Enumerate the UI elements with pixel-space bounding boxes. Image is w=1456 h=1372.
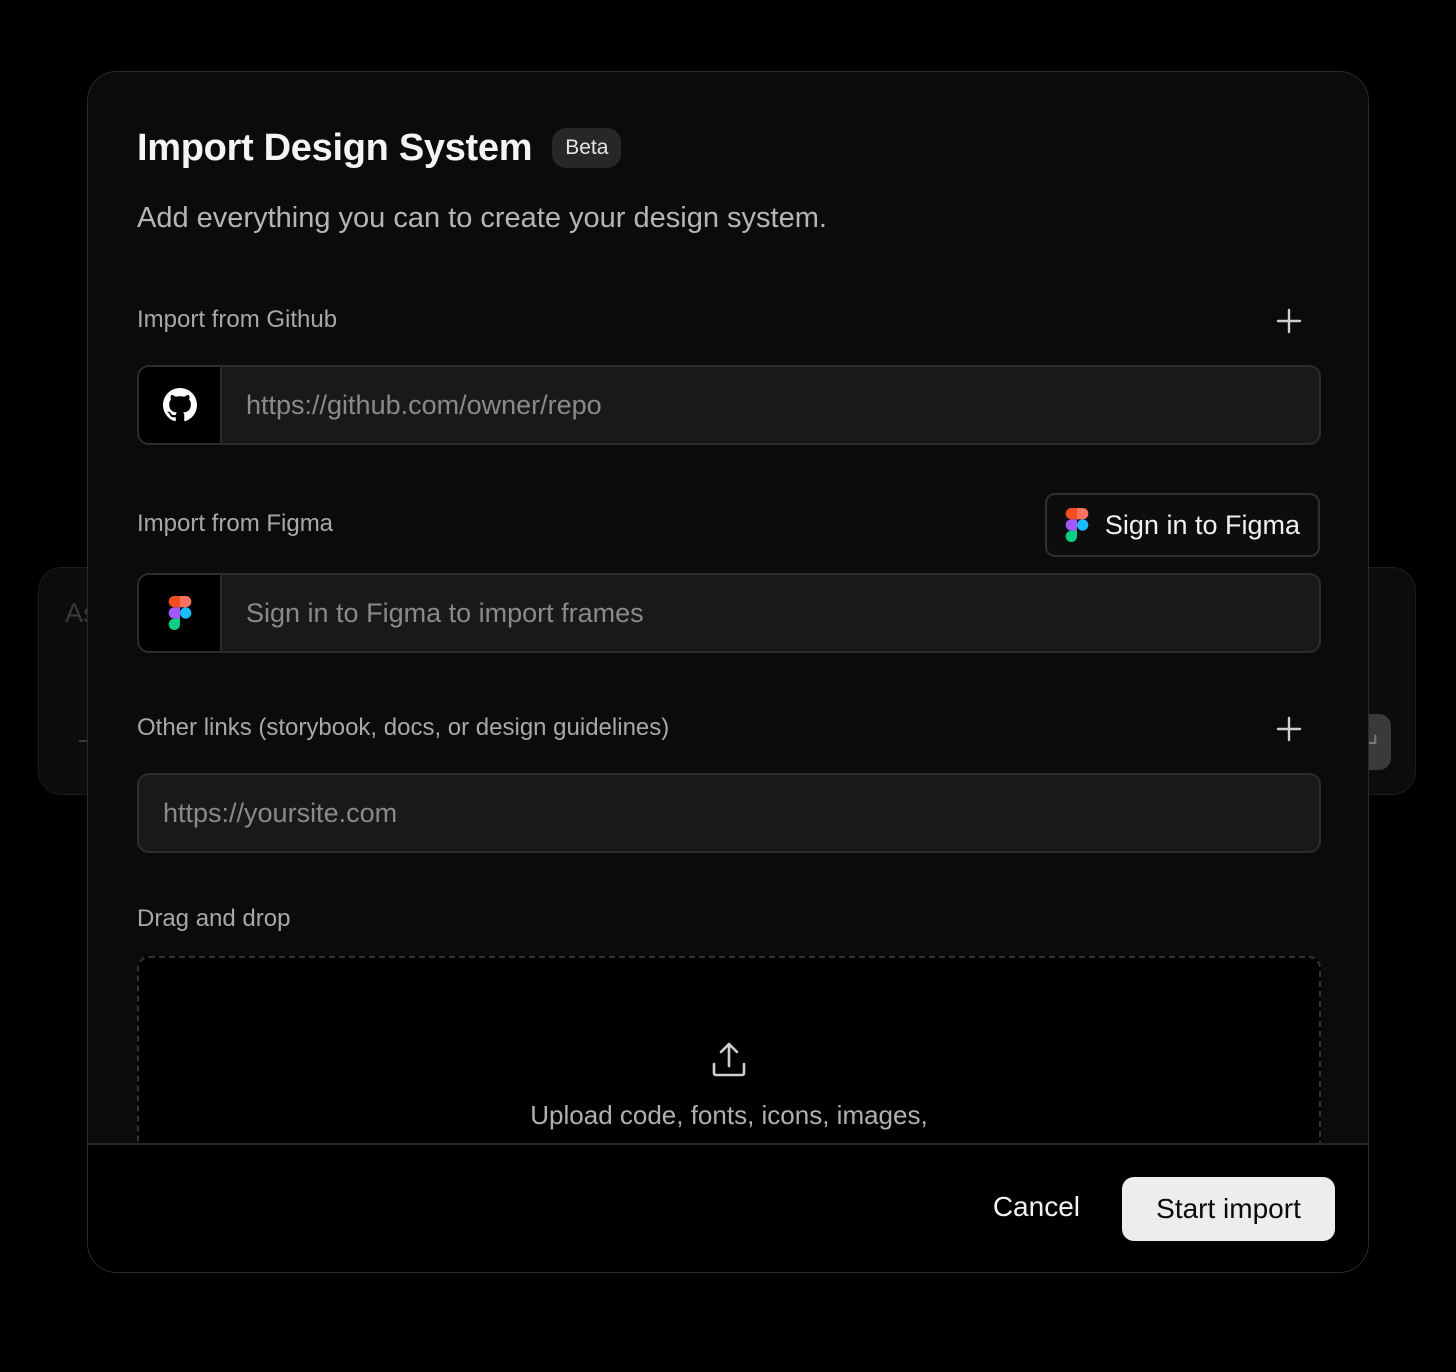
sign-in-to-figma-label: Sign in to Figma [1104,509,1300,540]
add-github-repo-button[interactable] [1272,304,1306,338]
github-icon-box [139,367,222,443]
dropzone-text: Upload code, fonts, icons, images, [530,1100,928,1130]
figma-icon [1065,508,1089,542]
file-dropzone[interactable]: Upload code, fonts, icons, images, [137,956,1321,1143]
sign-in-to-figma-button[interactable]: Sign in to Figma [1044,493,1320,557]
github-icon [162,388,197,422]
other-links-section-label: Other links (storybook, docs, or design … [137,714,670,741]
plus-icon [1276,716,1302,742]
dialog-title: Import Design System [137,126,533,169]
figma-section-label: Import from Figma [137,510,334,537]
figma-input-group [137,573,1321,653]
github-input-group [137,365,1321,445]
github-url-input[interactable] [222,367,1319,443]
dialog-footer: Cancel Start import [88,1143,1368,1272]
figma-frames-input[interactable] [222,575,1319,651]
beta-badge: Beta [552,128,622,168]
figma-icon-box [139,575,222,651]
cancel-button[interactable]: Cancel [993,1175,1080,1239]
figma-icon [168,596,191,630]
add-other-link-button[interactable] [1272,712,1306,746]
start-import-button[interactable]: Start import [1122,1177,1335,1241]
drag-and-drop-label: Drag and drop [137,905,291,932]
dialog-body: Import Design System Beta Add everything… [88,72,1368,1143]
import-design-system-dialog: Import Design System Beta Add everything… [87,71,1369,1273]
dialog-subtitle: Add everything you can to create your de… [137,202,827,234]
other-link-url-input[interactable] [139,775,1319,851]
other-links-input-group [137,773,1321,853]
plus-icon [1276,308,1302,334]
dialog-header: Import Design System Beta [137,124,622,172]
github-section-label: Import from Github [137,306,338,333]
upload-icon [712,1042,746,1077]
